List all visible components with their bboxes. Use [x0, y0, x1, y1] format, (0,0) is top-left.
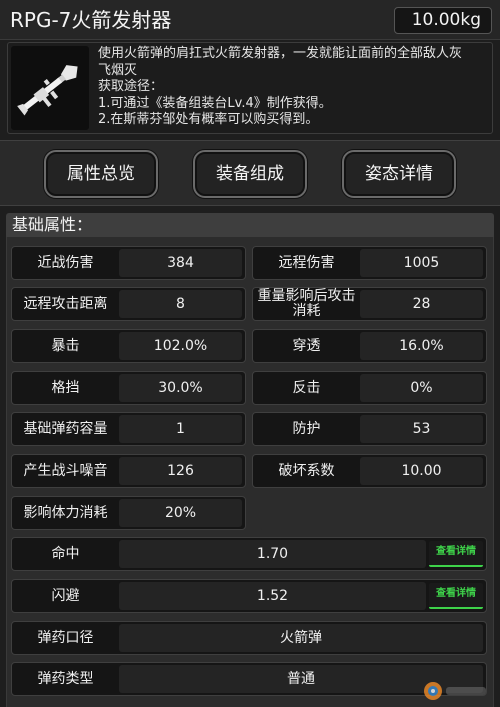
stat-label: 重量影响后攻击消耗 — [257, 288, 356, 319]
stat-evasion: 闪避 1.52 查看详情 — [11, 579, 487, 613]
view-accuracy-details-button[interactable]: 查看详情 — [429, 541, 483, 567]
stat-value: 28 — [360, 290, 483, 318]
stat-ranged-distance: 远程攻击距离 8 — [11, 287, 246, 321]
stat-value: 1.70 — [119, 540, 426, 568]
stat-value: 384 — [119, 249, 242, 277]
stat-value: 1.52 — [119, 582, 426, 610]
tab-equipment-composition[interactable]: 装备组成 — [193, 150, 307, 198]
stat-ranged-damage: 远程伤害 1005 — [252, 246, 487, 280]
tab-bar: 属性总览 装备组成 姿态详情 — [0, 140, 500, 206]
stat-value: 30.0% — [119, 374, 242, 402]
item-description: 使用火箭弹的肩扛式火箭发射器，一发就能让面前的全部敌人灰 飞烟灭 获取途径： 1… — [98, 46, 488, 129]
description-line: 1.可通过《装备组装台Lv.4》制作获得。 — [98, 95, 332, 111]
stat-label: 影响体力消耗 — [23, 504, 108, 521]
tab-stance-details[interactable]: 姿态详情 — [342, 150, 456, 198]
stat-label: 反击 — [292, 379, 321, 396]
stat-crit: 暴击 102.0% — [11, 329, 246, 363]
stat-caliber: 弹药口径 火箭弹 — [11, 621, 487, 655]
section-title: 基础属性： — [6, 213, 494, 237]
stat-label: 产生战斗噪音 — [23, 462, 108, 479]
view-evasion-details-button[interactable]: 查看详情 — [429, 583, 483, 609]
stat-ammo-capacity: 基础弹药容量 1 — [11, 412, 246, 446]
stat-ammo-type: 弹药类型 普通 — [11, 662, 487, 696]
stat-weight-cost: 重量影响后攻击消耗 28 — [252, 287, 487, 321]
stat-value: 53 — [360, 415, 483, 443]
stat-block: 格挡 30.0% — [11, 371, 246, 405]
stat-label: 弹药口径 — [37, 629, 94, 646]
stat-value: 1 — [119, 415, 242, 443]
site-logo-watermark — [422, 679, 490, 703]
rpg7-launcher-icon — [11, 46, 89, 130]
stat-label: 格挡 — [51, 379, 80, 396]
stat-stamina: 影响体力消耗 20% — [11, 496, 246, 530]
stat-label: 弹药类型 — [37, 670, 94, 687]
stat-value: 1005 — [360, 249, 483, 277]
stat-value: 102.0% — [119, 332, 242, 360]
stat-value: 20% — [119, 499, 242, 527]
description-line: 飞烟灭 — [98, 62, 138, 78]
stat-label: 暴击 — [51, 337, 80, 354]
stat-value: 8 — [119, 290, 242, 318]
stat-value: 10.00 — [360, 457, 483, 485]
stat-label: 远程伤害 — [278, 254, 335, 271]
stat-label: 破坏系数 — [278, 462, 335, 479]
stat-label: 闪避 — [51, 587, 80, 604]
stat-label: 近战伤害 — [37, 254, 94, 271]
stat-label: 远程攻击距离 — [23, 295, 108, 312]
stat-value: 16.0% — [360, 332, 483, 360]
stat-label: 基础弹药容量 — [23, 420, 108, 437]
tab-attribute-overview[interactable]: 属性总览 — [44, 150, 158, 198]
stat-melee-damage: 近战伤害 384 — [11, 246, 246, 280]
item-description-panel: 使用火箭弹的肩扛式火箭发射器，一发就能让面前的全部敌人灰 飞烟灭 获取途径： 1… — [7, 42, 493, 134]
stat-value: 火箭弹 — [119, 624, 483, 652]
description-line: 获取途径： — [98, 79, 164, 94]
stat-penetration: 穿透 16.0% — [252, 329, 487, 363]
title-bar: RPG-7火箭发射器 10.00kg — [0, 0, 500, 40]
stat-destruction: 破坏系数 10.00 — [252, 454, 487, 488]
stat-value: 126 — [119, 457, 242, 485]
stat-value: 0% — [360, 374, 483, 402]
stat-accuracy: 命中 1.70 查看详情 — [11, 537, 487, 571]
description-line: 2.在斯蒂芬邹处有概率可以购买得到。 — [98, 112, 319, 127]
stat-defense: 防护 53 — [252, 412, 487, 446]
stat-label: 穿透 — [292, 337, 321, 354]
description-line: 使用火箭弹的肩扛式火箭发射器，一发就能让面前的全部敌人灰 — [98, 46, 463, 61]
stat-label: 防护 — [292, 420, 321, 437]
item-weight: 10.00kg — [394, 7, 492, 34]
stat-label: 命中 — [51, 545, 80, 562]
stat-noise: 产生战斗噪音 126 — [11, 454, 246, 488]
stat-counter: 反击 0% — [252, 371, 487, 405]
item-name: RPG-7火箭发射器 — [10, 8, 172, 32]
